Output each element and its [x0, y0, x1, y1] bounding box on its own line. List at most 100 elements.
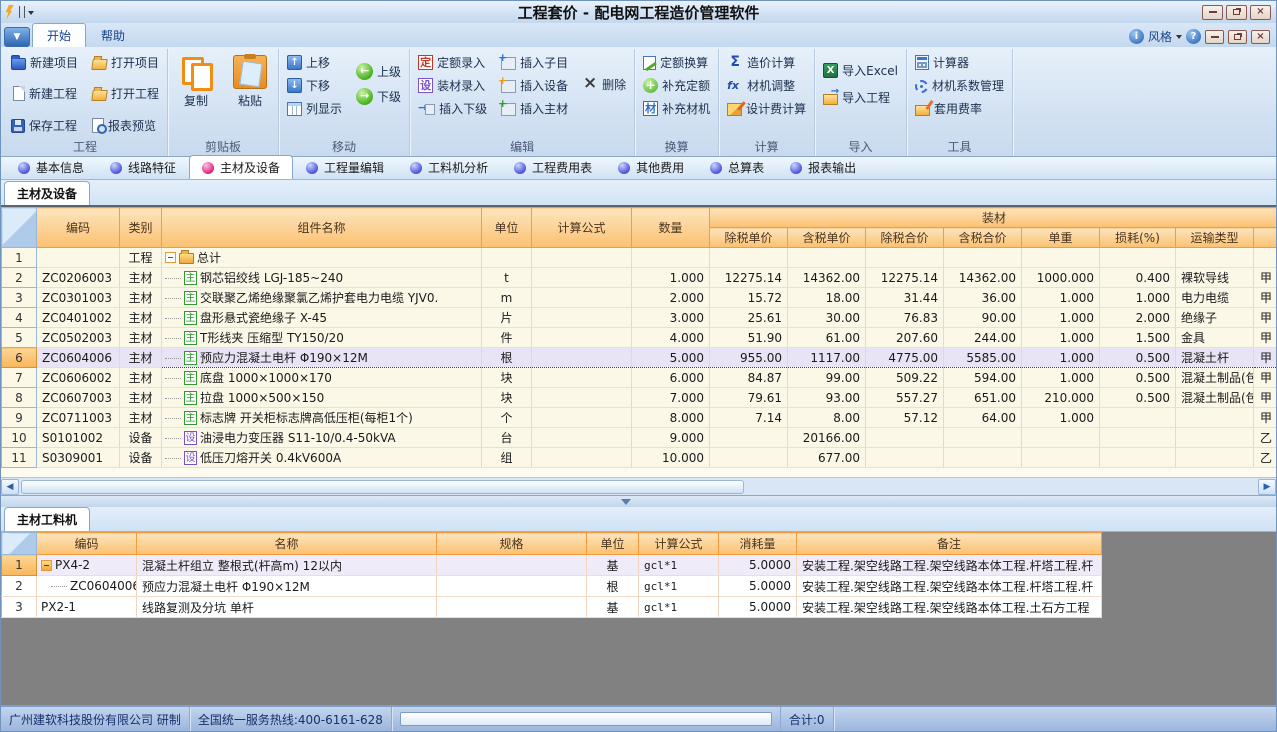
cell-amt-in[interactable]: 651.00: [944, 388, 1022, 408]
table-row[interactable]: 2 ZC0604006 预应力混凝土电杆 Φ190×12M 根 gcl*1 5.…: [2, 576, 1102, 597]
cell-transport[interactable]: 裸软导线: [1176, 268, 1254, 288]
cell-amt-ex[interactable]: 4775.00: [866, 348, 944, 368]
scroll-left-icon[interactable]: ◀: [1, 479, 19, 495]
cell-loss[interactable]: 1.000: [1100, 288, 1176, 308]
cell-note[interactable]: 安装工程.架空线路工程.架空线路本体工程.土石方工程: [797, 597, 1102, 618]
cell-transport[interactable]: [1176, 428, 1254, 448]
cell-qty[interactable]: 5.0000: [719, 555, 797, 576]
cell-loss[interactable]: [1100, 448, 1176, 468]
cell-category[interactable]: 设备: [120, 428, 162, 448]
cell-loss[interactable]: 0.400: [1100, 268, 1176, 288]
cell-code[interactable]: ZC0711003: [37, 408, 120, 428]
machine-adjust-button[interactable]: 材机调整: [723, 74, 810, 97]
cell-amt-ex[interactable]: 207.60: [866, 328, 944, 348]
tab-materials-equipment[interactable]: 主材及设备: [189, 155, 293, 179]
cell-price-ex[interactable]: 84.87: [710, 368, 788, 388]
table-row[interactable]: 2 ZC0206003 主材 主 钢芯铝绞线 LGJ-185~240 t 1.0…: [2, 268, 1277, 288]
cell-code[interactable]: PX4-2: [37, 555, 137, 576]
cell-amt-ex[interactable]: 31.44: [866, 288, 944, 308]
cell-code[interactable]: ZC0606002: [37, 368, 120, 388]
cell-loss[interactable]: [1100, 408, 1176, 428]
cell-qty[interactable]: [632, 248, 710, 268]
cell-supply[interactable]: [1254, 248, 1277, 268]
report-preview-button[interactable]: 报表预览: [88, 114, 163, 137]
cell-name[interactable]: 主 交联聚乙烯绝缘聚氯乙烯护套电力电缆 YJV0.: [162, 288, 482, 308]
level-down-button[interactable]: →下级: [352, 85, 405, 108]
row-number[interactable]: 8: [2, 388, 37, 408]
cell-name[interactable]: 混凝土杆组立 整根式(杆高m) 12以内: [137, 555, 437, 576]
cell-amt-ex[interactable]: 509.22: [866, 368, 944, 388]
supplement-quota-button[interactable]: +补充定额: [639, 74, 714, 97]
cell-name[interactable]: 设 油浸电力变压器 S11-10/0.4-50kVA: [162, 428, 482, 448]
cell-code[interactable]: ZC0607003: [37, 388, 120, 408]
cell-category[interactable]: 主材: [120, 328, 162, 348]
cell-formula[interactable]: [532, 368, 632, 388]
cell-loss[interactable]: 1.500: [1100, 328, 1176, 348]
cell-unit[interactable]: m: [482, 288, 532, 308]
scrollbar-thumb[interactable]: [21, 480, 744, 494]
tab-summary-table[interactable]: 总算表: [697, 155, 777, 179]
cell-weight[interactable]: [1022, 248, 1100, 268]
cell-price-in[interactable]: 677.00: [788, 448, 866, 468]
cell-price-in[interactable]: 93.00: [788, 388, 866, 408]
cell-unit[interactable]: 根: [587, 576, 639, 597]
cell-loss[interactable]: [1100, 248, 1176, 268]
tab-basic-info[interactable]: 基本信息: [5, 155, 97, 179]
cell-loss[interactable]: 0.500: [1100, 348, 1176, 368]
open-project-button[interactable]: 打开项目: [88, 51, 163, 74]
cell-price-in[interactable]: 20166.00: [788, 428, 866, 448]
tab-cost-table[interactable]: 工程费用表: [501, 155, 605, 179]
table-row[interactable]: 9 ZC0711003 主材 主 标志牌 开关柜标志牌高低压柜(每柜1个) 个 …: [2, 408, 1277, 428]
new-work-button[interactable]: 新建工程: [7, 82, 82, 105]
row-number[interactable]: 2: [2, 576, 37, 597]
cell-loss[interactable]: 0.500: [1100, 388, 1176, 408]
collapse-icon[interactable]: [165, 252, 176, 263]
cell-supply[interactable]: 甲: [1254, 288, 1277, 308]
cell-weight[interactable]: [1022, 448, 1100, 468]
cell-category[interactable]: 主材: [120, 308, 162, 328]
tab-help[interactable]: 帮助: [86, 23, 140, 47]
cell-amt-ex[interactable]: [866, 248, 944, 268]
cell-formula[interactable]: [532, 268, 632, 288]
insert-item-button[interactable]: 插入子目: [497, 51, 572, 74]
cell-code[interactable]: ZC0502003: [37, 328, 120, 348]
cell-code[interactable]: ZC0206003: [37, 268, 120, 288]
cell-qty[interactable]: 6.000: [632, 368, 710, 388]
cell-unit[interactable]: 组: [482, 448, 532, 468]
cell-spec[interactable]: [437, 597, 587, 618]
cell-transport[interactable]: 混凝土杆: [1176, 348, 1254, 368]
table-row[interactable]: 3 ZC0301003 主材 主 交联聚乙烯绝缘聚氯乙烯护套电力电缆 YJV0.…: [2, 288, 1277, 308]
calculator-button[interactable]: 计算器: [911, 51, 1008, 74]
column-display-button[interactable]: 列显示: [283, 97, 346, 120]
row-number[interactable]: 9: [2, 408, 37, 428]
coefficient-manage-button[interactable]: 材机系数管理: [911, 74, 1008, 97]
cell-qty[interactable]: 10.000: [632, 448, 710, 468]
cell-loss[interactable]: 2.000: [1100, 308, 1176, 328]
splitter-collapse-icon[interactable]: [613, 498, 639, 506]
cell-qty[interactable]: 2.000: [632, 288, 710, 308]
tab-quantity-edit[interactable]: 工程量编辑: [293, 155, 397, 179]
row-number[interactable]: 1: [2, 248, 37, 268]
cell-code[interactable]: ZC0604006: [37, 348, 120, 368]
tab-machine-analysis[interactable]: 工料机分析: [397, 155, 501, 179]
cell-name[interactable]: 主 T形线夹 压缩型 TY150/20: [162, 328, 482, 348]
table-row[interactable]: 4 ZC0401002 主材 主 盘形悬式瓷绝缘子 X-45 片 3.000 2…: [2, 308, 1277, 328]
ribbon-restore-button[interactable]: [1228, 30, 1247, 44]
row-number[interactable]: 7: [2, 368, 37, 388]
cell-formula[interactable]: [532, 388, 632, 408]
cell-supply[interactable]: 甲: [1254, 348, 1277, 368]
cell-unit[interactable]: 个: [482, 408, 532, 428]
cell-price-in[interactable]: 14362.00: [788, 268, 866, 288]
cell-price-ex[interactable]: [710, 448, 788, 468]
cell-spec[interactable]: [437, 576, 587, 597]
table-row[interactable]: 1 工程 总计: [2, 248, 1277, 268]
cell-amt-in[interactable]: 594.00: [944, 368, 1022, 388]
cell-amt-in[interactable]: 5585.00: [944, 348, 1022, 368]
cell-supply[interactable]: 乙: [1254, 428, 1277, 448]
cell-transport[interactable]: [1176, 408, 1254, 428]
insert-equipment-button[interactable]: 插入设备: [497, 74, 572, 97]
cell-price-in[interactable]: 30.00: [788, 308, 866, 328]
cell-code[interactable]: [37, 248, 120, 268]
cell-unit[interactable]: 片: [482, 308, 532, 328]
cell-price-ex[interactable]: 51.90: [710, 328, 788, 348]
